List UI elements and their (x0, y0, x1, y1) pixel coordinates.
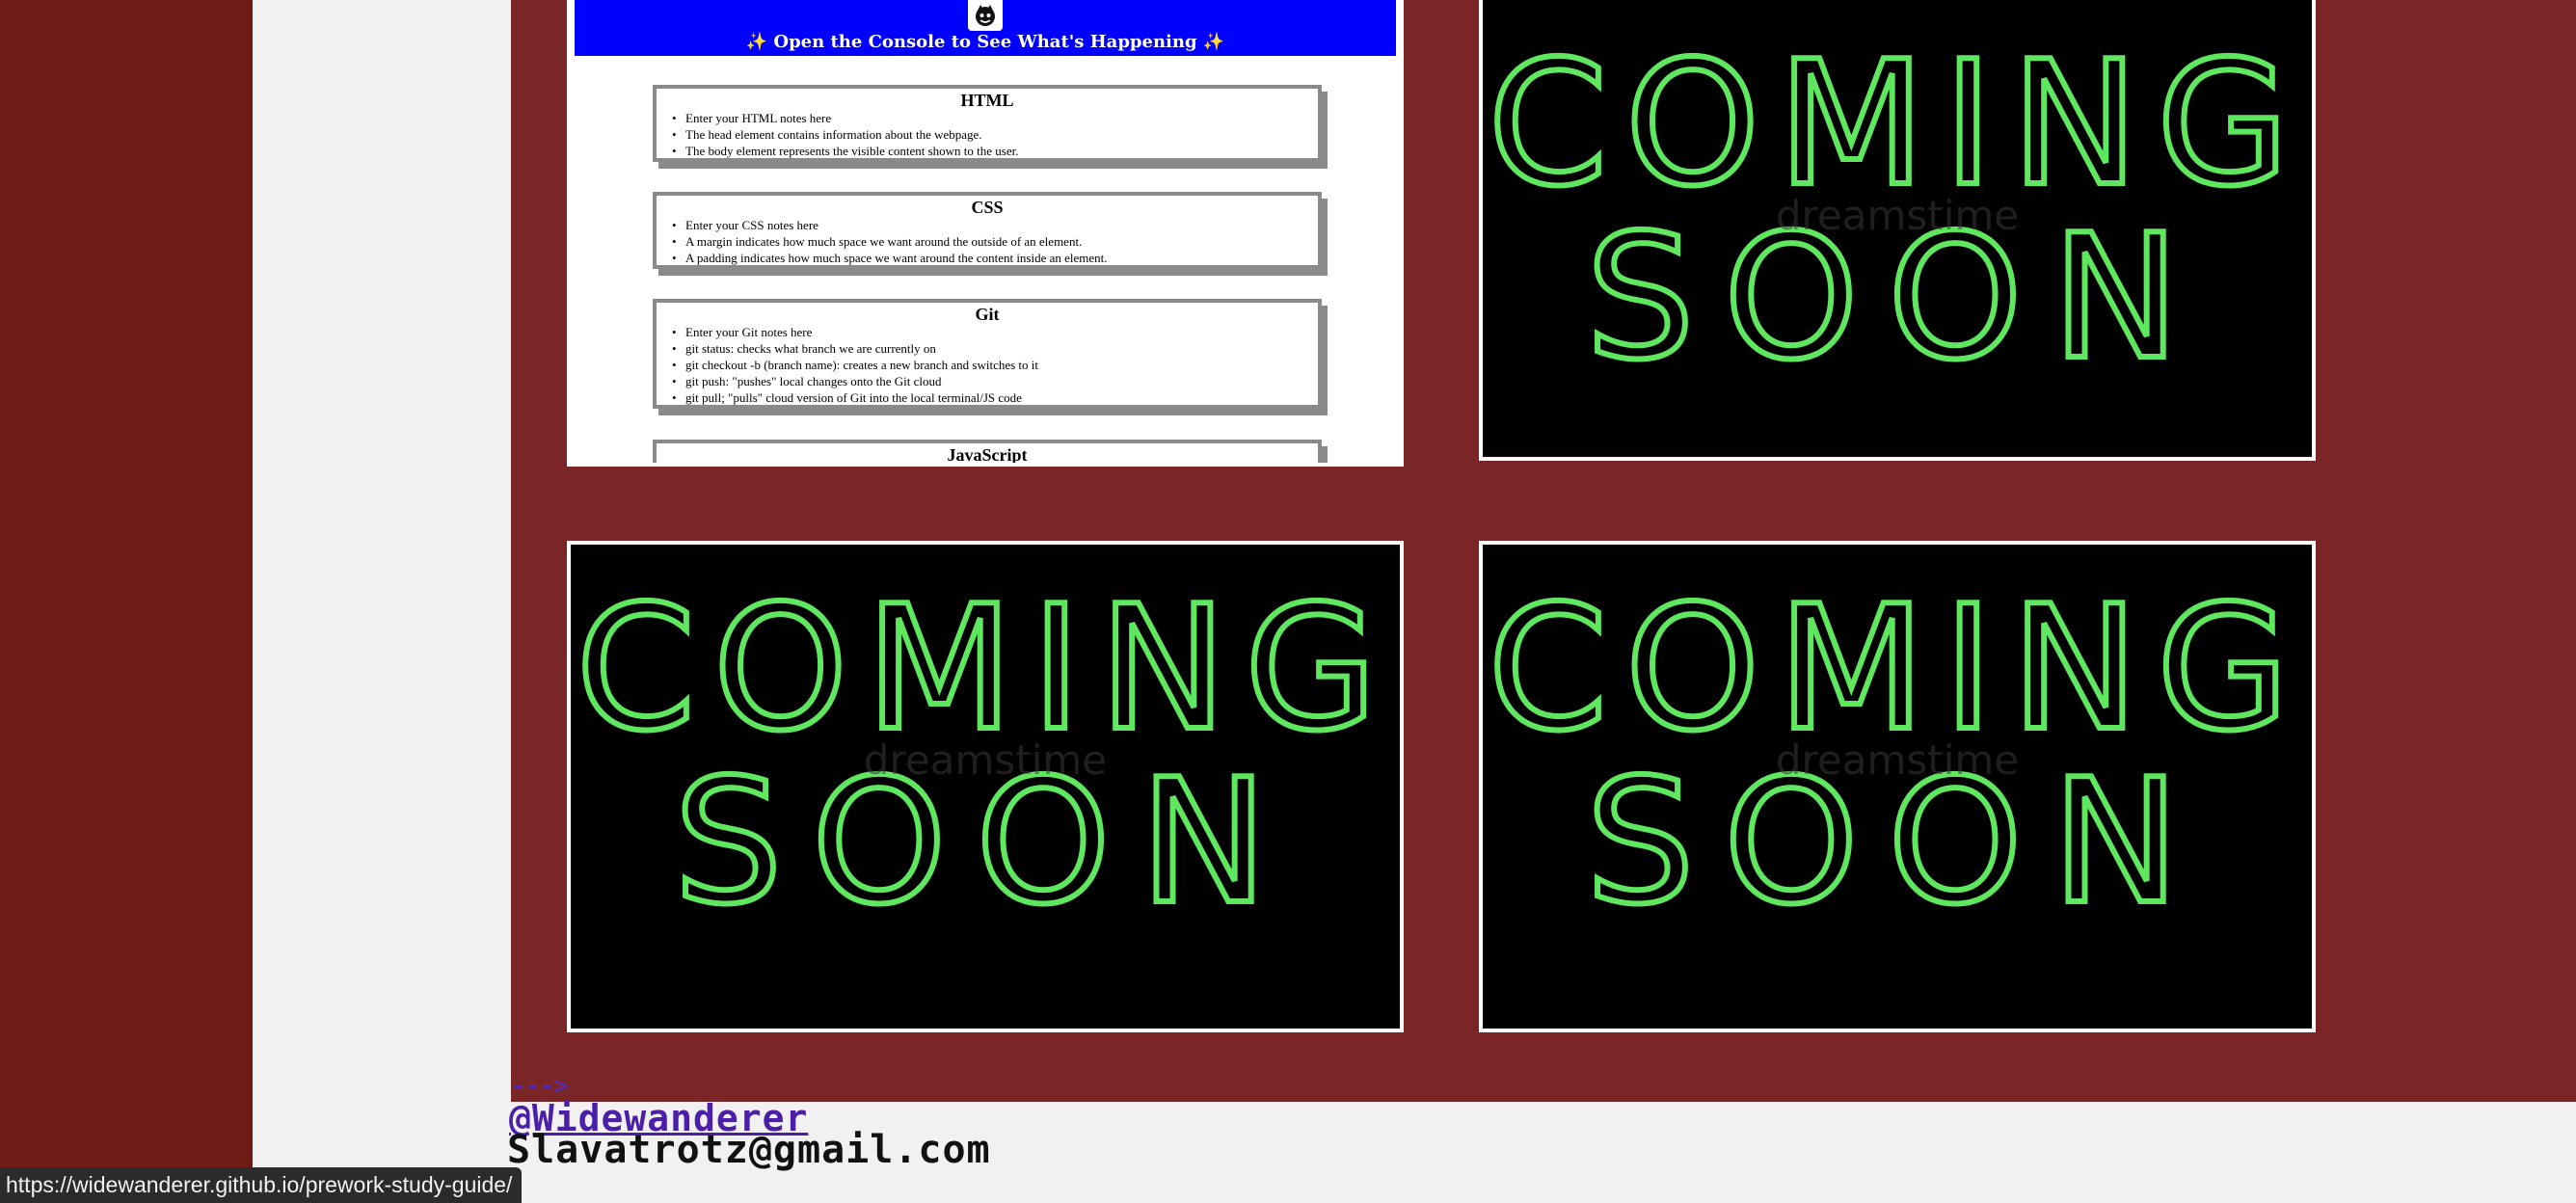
topic-title: HTML (960, 91, 1014, 110)
topic-note: Enter your Git notes here (666, 324, 1308, 340)
topic-note: The head element contains information ab… (666, 126, 1308, 143)
topic-card-git: Git Enter your Git notes here git status… (653, 299, 1322, 409)
topic-note: git checkout -b (branch name): creates a… (666, 357, 1308, 373)
topic-note: Enter your CSS notes here (666, 217, 1308, 233)
watermark-text: dreamstime (1776, 736, 2019, 784)
topic-note: git push: "pushes" local changes onto th… (666, 373, 1308, 389)
coming-soon-image: COMING SOON dreamstime (1485, 21, 2293, 400)
watermark-text: dreamstime (864, 736, 1107, 784)
topic-card-css: CSS Enter your CSS notes here A margin i… (653, 192, 1322, 269)
link-preview-status-bar: https://widewanderer.github.io/prework-s… (0, 1167, 523, 1203)
topic-card-html: HTML Enter your HTML notes here The head… (653, 85, 1322, 162)
project-tile-coming-soon-3[interactable]: COMING SOON dreamstime (1479, 541, 2316, 1032)
topic-title: Git (975, 305, 1000, 324)
topic-title: CSS (971, 198, 1004, 217)
coming-soon-image: COMING SOON dreamstime (1485, 566, 2293, 945)
topic-note: A margin indicates how much space we wan… (666, 233, 1308, 250)
coming-soon-image: COMING SOON dreamstime (573, 566, 1381, 945)
projects-section: ✨ Open the Console to See What's Happeni… (511, 0, 2576, 1102)
side-gutter (253, 0, 511, 1203)
topic-note: git status: checks what branch we are cu… (666, 340, 1308, 357)
watermark-text: dreamstime (1776, 192, 2019, 239)
project-tile-coming-soon-1[interactable]: COMING SOON dreamstime (1479, 0, 2316, 461)
contact-email: Slavatrotz@gmail.com (507, 1128, 991, 1172)
cat-logo-icon (968, 0, 1003, 31)
topic-note: Enter your HTML notes here (666, 110, 1308, 126)
guide-title: ✨ Open the Console to See What's Happeni… (745, 32, 1225, 52)
topic-title: JavaScript (947, 445, 1028, 465)
topic-note: A padding indicates how much space we wa… (666, 250, 1308, 266)
left-background-band (0, 0, 253, 1203)
project-tile-coming-soon-2[interactable]: COMING SOON dreamstime (567, 541, 1404, 1032)
topic-note: git pull; "pulls" cloud version of Git i… (666, 389, 1308, 406)
project-tile-study-guide[interactable]: ✨ Open the Console to See What's Happeni… (567, 0, 1404, 467)
topic-card-javascript: JavaScript (653, 440, 1322, 465)
guide-header-bar: ✨ Open the Console to See What's Happeni… (575, 0, 1396, 56)
topic-note: The body element represents the visible … (666, 143, 1308, 159)
